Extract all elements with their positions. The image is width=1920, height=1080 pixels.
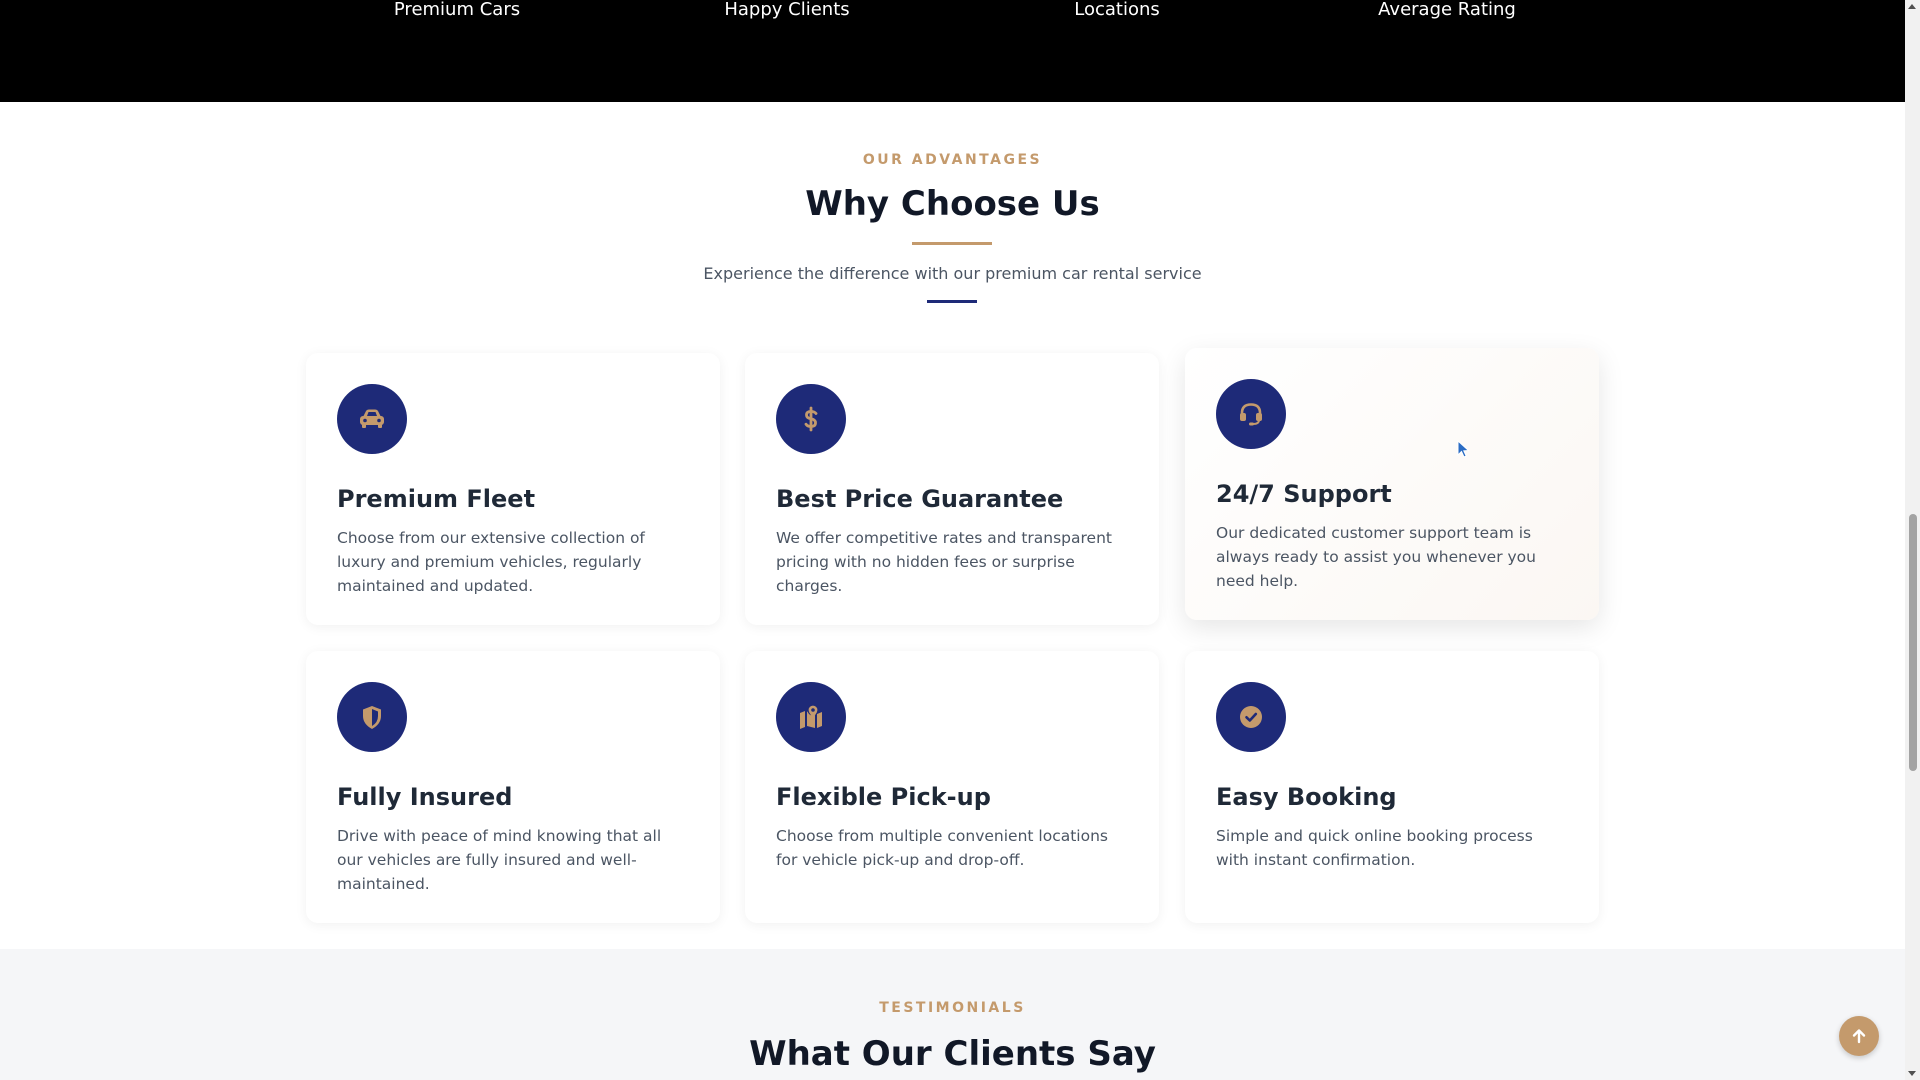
feature-card-fully-insured[interactable]: Fully Insured Drive with peace of mind k… [306,651,720,923]
advantages-eyebrow: OUR ADVANTAGES [862,152,1043,168]
stats-band: Premium Cars Happy Clients Locations Ave… [0,0,1905,102]
arrow-up-icon [1852,1029,1866,1044]
page-scrollbar[interactable] [1905,0,1920,1080]
shield-icon [337,682,407,752]
check-circle-icon [1216,682,1286,752]
card-text: We offer competitive rates and transpare… [776,529,1112,595]
page: Premium Cars Happy Clients Locations Ave… [0,0,1905,1080]
feature-card-premium-fleet[interactable]: Premium Fleet Choose from our extensive … [306,353,720,625]
card-title: Fully Insured [337,783,513,811]
stat-label-average-rating: Average Rating [1378,0,1516,20]
card-text: Simple and quick online booking process … [1216,827,1533,869]
card-title: Flexible Pick-up [776,783,991,811]
testimonials-title: What Our Clients Say [749,1034,1156,1074]
feature-card-support[interactable]: 24/7 Support Our dedicated customer supp… [1185,348,1599,620]
card-text: Drive with peace of mind knowing that al… [337,827,662,893]
card-text: Choose from our extensive collection of … [337,529,645,595]
card-title: Easy Booking [1216,783,1397,811]
headset-icon [1216,379,1286,449]
advantages-subtitle: Experience the difference with our premi… [703,264,1202,283]
stat-label-locations: Locations [1074,0,1160,20]
feature-card-easy-booking[interactable]: Easy Booking Simple and quick online boo… [1185,651,1599,923]
car-icon [337,384,407,454]
scrollbar-thumb[interactable] [1909,514,1917,771]
scroll-down-arrow-icon[interactable] [1908,1071,1916,1076]
dollar-icon [776,384,846,454]
testimonials-eyebrow: TESTIMONIALS [879,1000,1026,1016]
testimonials-section: TESTIMONIALS What Our Clients Say [0,949,1905,1080]
stat-label-premium-cars: Premium Cars [393,0,521,20]
title-underline [912,242,992,245]
stat-label-happy-clients: Happy Clients [724,0,850,20]
card-title: 24/7 Support [1216,480,1392,508]
back-to-top-button[interactable] [1839,1016,1879,1056]
feature-card-best-price[interactable]: Best Price Guarantee We offer competitiv… [745,353,1159,625]
feature-card-flexible-pickup[interactable]: Flexible Pick-up Choose from multiple co… [745,651,1159,923]
card-title: Best Price Guarantee [776,485,1064,513]
map-marker-icon [776,682,846,752]
mouse-cursor-icon [1457,440,1470,458]
advantages-title: Why Choose Us [805,184,1100,224]
card-title: Premium Fleet [337,485,536,513]
advantages-section: OUR ADVANTAGES Why Choose Us Experience … [0,102,1905,949]
scroll-up-arrow-icon[interactable] [1908,4,1916,9]
card-text: Our dedicated customer support team is a… [1216,524,1536,590]
card-text: Choose from multiple convenient location… [776,827,1108,869]
subtitle-underline [927,300,977,303]
